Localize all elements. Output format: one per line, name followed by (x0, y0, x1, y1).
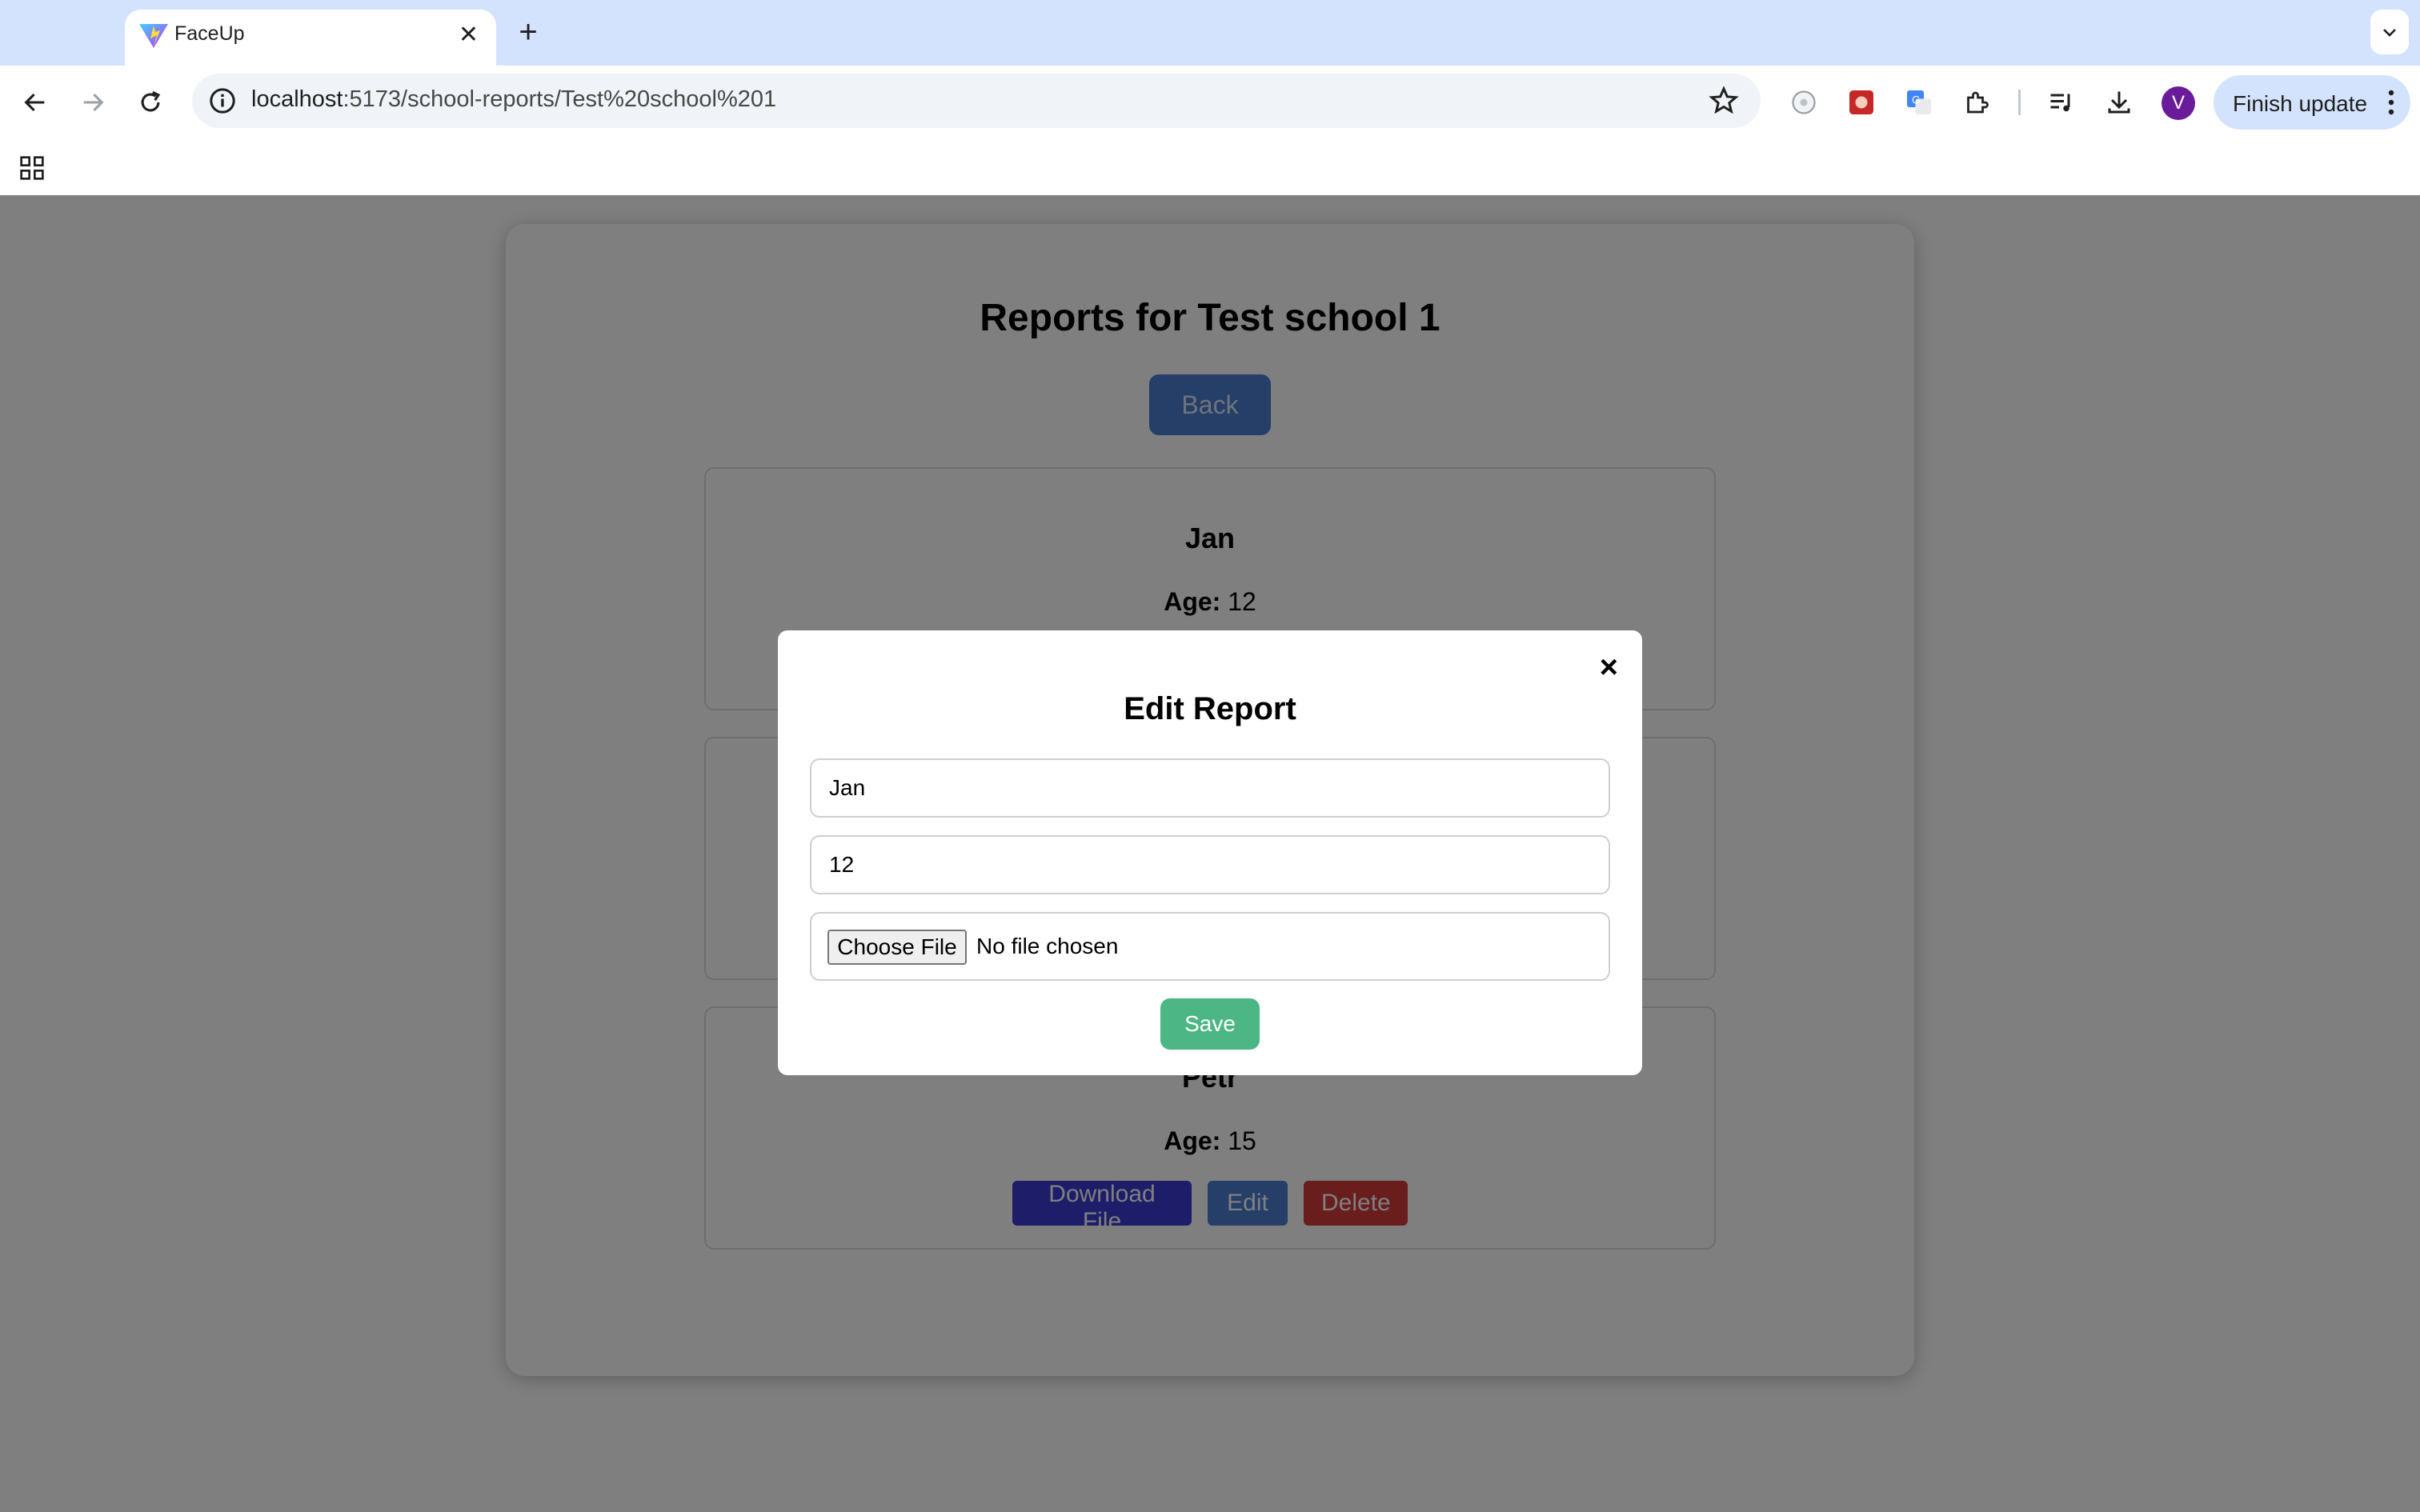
tab-title: FaceUp (174, 22, 245, 45)
vite-favicon-icon (136, 19, 171, 51)
reload-icon[interactable] (131, 83, 170, 122)
translate-icon[interactable]: G (1901, 85, 1937, 120)
back-arrow-icon[interactable] (16, 83, 54, 122)
download-icon[interactable] (2101, 85, 2137, 120)
tab-strip: FaceUp ✕ + (0, 0, 2420, 66)
toolbar-separator (2018, 90, 2021, 115)
extension-2-icon[interactable] (1844, 85, 1879, 120)
url-host: localhost (251, 86, 343, 112)
profile-avatar[interactable]: V (2162, 86, 2195, 120)
forward-arrow-icon[interactable] (74, 83, 112, 122)
url-path: :5173/school-reports/Test%20school%201 (343, 86, 777, 112)
apps-grid-icon[interactable] (16, 152, 48, 184)
puzzle-icon[interactable] (1959, 85, 1994, 120)
media-icon[interactable] (2044, 85, 2079, 120)
bookmark-star-icon[interactable] (1708, 85, 1740, 117)
kebab-menu-icon[interactable] (2383, 85, 2399, 120)
finish-update-label: Finish update (2233, 91, 2368, 116)
url-text: localhost:5173/school-reports/Test%20sch… (251, 86, 776, 113)
choose-file-button[interactable]: Choose File (827, 930, 967, 965)
tab-close-icon[interactable]: ✕ (459, 19, 479, 51)
browser-toolbar: localhost:5173/school-reports/Test%20sch… (0, 66, 2420, 141)
close-icon[interactable]: × (1600, 651, 1618, 683)
edit-report-modal: × Edit Report Choose File No file chosen… (778, 630, 1642, 1075)
finish-update-button[interactable]: Finish update (2214, 75, 2410, 130)
new-tab-icon[interactable]: + (512, 11, 544, 53)
extension-1-icon[interactable] (1786, 85, 1821, 120)
svg-text:G: G (1912, 94, 1921, 106)
bookmarks-bar (0, 141, 2420, 197)
page-viewport: Reports for Test school 1 Back Jan Age: … (0, 195, 2420, 1512)
browser-tab[interactable]: FaceUp ✕ (125, 10, 496, 66)
modal-title: Edit Report (1124, 691, 1296, 726)
file-input: Choose File No file chosen (810, 912, 1610, 981)
address-bar[interactable]: localhost:5173/school-reports/Test%20sch… (192, 74, 1761, 128)
save-button[interactable]: Save (1160, 998, 1260, 1050)
site-info-icon[interactable] (206, 85, 238, 117)
tab-search-icon[interactable] (2370, 10, 2409, 54)
file-status: No file chosen (976, 934, 1119, 958)
age-input[interactable] (810, 835, 1610, 894)
name-input[interactable] (810, 758, 1610, 818)
